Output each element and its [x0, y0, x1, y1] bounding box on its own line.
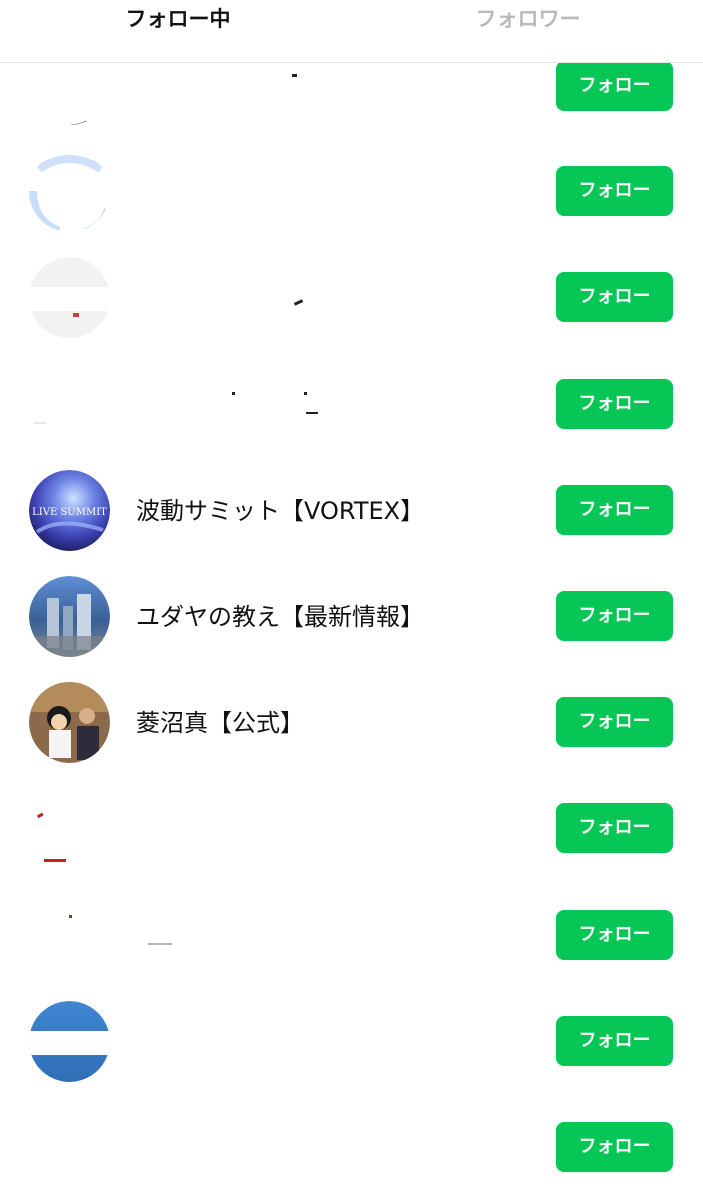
avatar[interactable]: [29, 257, 110, 338]
avatar[interactable]: [29, 1001, 110, 1082]
tab-following[interactable]: フォロー中: [58, 0, 298, 40]
active-tab-indicator: [113, 59, 253, 62]
following-list: フォロー フォロー フォロー フォロー LIVE SUMMIT 波動サミット【V…: [0, 0, 703, 1200]
redacted-mark: [292, 74, 297, 77]
list-item[interactable]: 菱沼真【公式】 フォロー: [0, 670, 703, 776]
svg-text:LIVE SUMMIT: LIVE SUMMIT: [32, 507, 107, 518]
list-item[interactable]: ユダヤの教え【最新情報】 フォロー: [0, 564, 703, 670]
account-name: 波動サミット【VORTEX】: [136, 497, 425, 525]
redacted-mark: [293, 299, 304, 306]
list-item[interactable]: フォロー: [0, 776, 703, 882]
redacted-mark: [304, 392, 307, 395]
list-item[interactable]: LIVE SUMMIT 波動サミット【VORTEX】 フォロー: [0, 458, 703, 564]
account-name: ユダヤの教え【最新情報】: [136, 603, 424, 631]
follow-button[interactable]: フォロー: [556, 166, 673, 216]
avatar[interactable]: LIVE SUMMIT: [29, 470, 110, 551]
tab-bar: フォロー中 フォロワー: [0, 0, 703, 63]
redacted-mark: [232, 392, 235, 395]
avatar[interactable]: [29, 788, 110, 869]
avatar[interactable]: [29, 1107, 110, 1188]
list-item[interactable]: フォロー: [0, 352, 703, 458]
avatar[interactable]: [29, 151, 110, 232]
follow-button[interactable]: フォロー: [556, 910, 673, 960]
avatar[interactable]: [29, 364, 110, 445]
avatar[interactable]: [29, 895, 110, 976]
follow-button[interactable]: フォロー: [556, 803, 673, 853]
redacted-mark: [44, 859, 66, 862]
account-name: 菱沼真【公式】: [136, 709, 304, 737]
list-item[interactable]: フォロー: [0, 1095, 703, 1201]
tab-followers[interactable]: フォロワー: [408, 0, 648, 40]
follow-button[interactable]: フォロー: [556, 485, 673, 535]
list-item[interactable]: フォロー: [0, 139, 703, 245]
follow-button[interactable]: フォロー: [556, 697, 673, 747]
follow-button[interactable]: フォロー: [556, 379, 673, 429]
redacted-mark: [306, 412, 318, 414]
redacted-mark: [148, 943, 172, 945]
follow-button[interactable]: フォロー: [556, 61, 673, 111]
list-item[interactable]: フォロー: [0, 989, 703, 1095]
list-item[interactable]: フォロー: [0, 883, 703, 989]
follow-button[interactable]: フォロー: [556, 1122, 673, 1172]
avatar[interactable]: [29, 682, 110, 763]
follow-button[interactable]: フォロー: [556, 1016, 673, 1066]
avatar[interactable]: [29, 576, 110, 657]
follow-button[interactable]: フォロー: [556, 591, 673, 641]
list-item[interactable]: フォロー: [0, 245, 703, 351]
follow-button[interactable]: フォロー: [556, 272, 673, 322]
